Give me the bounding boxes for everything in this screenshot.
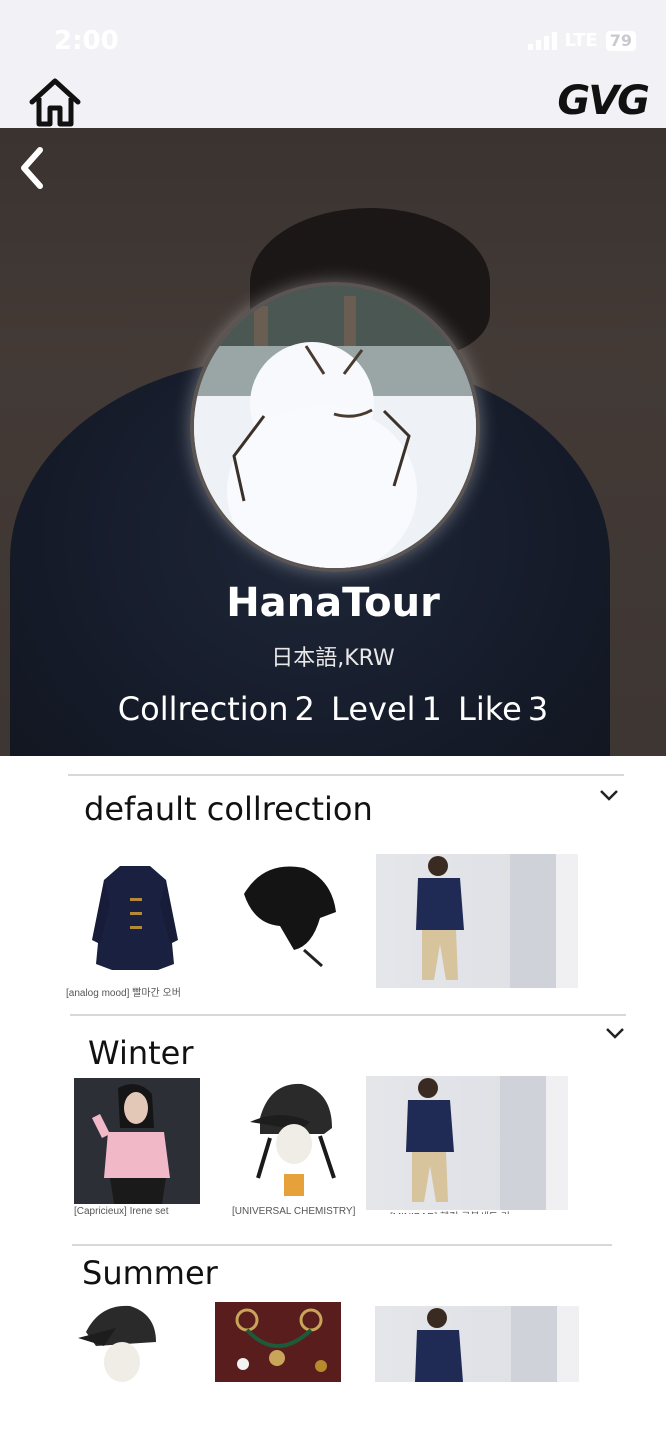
product-thumbnail[interactable] [215, 1302, 341, 1382]
profile-locale: 日本語,KRW [271, 646, 395, 671]
product-thumbnail[interactable] [224, 854, 344, 972]
product-thumbnail[interactable] [76, 1302, 160, 1382]
profile-stats: Collrection 2 Level 1 Like 3 [0, 690, 666, 728]
profile-hero: HanaTour 日本語,KRW Collrection 2 Level 1 Lik… [0, 128, 666, 756]
collection-section: default collrection [analog mood] 빨마간 오버 [0, 756, 666, 1016]
back-arrow-icon [21, 147, 43, 189]
collection-title[interactable]: Summer [82, 1254, 218, 1292]
brand-logo[interactable]: GVG [557, 78, 650, 124]
divider [68, 774, 624, 776]
divider [70, 1014, 626, 1016]
status-indicators: LTE 79 [527, 30, 636, 51]
collection-title[interactable]: Winter [88, 1034, 194, 1072]
product-caption: [Capricieux] Irene set [74, 1206, 169, 1217]
model-image [416, 854, 578, 988]
chevron-down-icon[interactable] [598, 788, 620, 802]
battery-icon: 79 [605, 30, 636, 51]
like-stat-label: Like [458, 690, 522, 728]
level-stat-value: 1 [421, 690, 442, 728]
product-caption: [MINIBAR] 헨링 공복세트 기 [390, 1208, 510, 1214]
product-caption: [UNIVERSAL CHEMISTRY] [232, 1206, 356, 1217]
collection-title[interactable]: default collrection [84, 790, 373, 828]
product-thumbnail[interactable] [366, 1076, 568, 1210]
hat-image [244, 866, 336, 968]
home-icon [29, 78, 81, 127]
product-thumbnail[interactable] [240, 1078, 340, 1202]
collection-stat-value: 2 [294, 690, 315, 728]
product-thumbnail[interactable] [375, 1306, 579, 1382]
network-label: LTE [564, 30, 598, 51]
chevron-down-icon[interactable] [604, 1026, 626, 1040]
home-button[interactable] [28, 76, 82, 130]
avatar[interactable] [190, 282, 480, 572]
mannequin-hat-image [250, 1083, 336, 1196]
product-thumbnail[interactable] [376, 854, 578, 988]
product-thumbnail[interactable] [74, 1078, 200, 1204]
portrait-image [74, 1078, 200, 1204]
profile-name: HanaTour [226, 580, 440, 626]
back-button[interactable] [16, 146, 50, 190]
status-time: 2:00 [54, 26, 119, 56]
collection-section: Summer [0, 1244, 666, 1384]
collection-section: Winter [Capricieux] Irene set [UNIVERSAL… [0, 1014, 666, 1246]
avatar-snowman-image [194, 286, 476, 568]
coat-image [92, 866, 178, 970]
product-caption: [analog mood] 빨마간 오버 [66, 988, 181, 999]
model-image [406, 1076, 568, 1210]
charm-image [215, 1302, 341, 1382]
product-thumbnail[interactable] [70, 854, 200, 984]
like-stat-value: 3 [527, 690, 549, 728]
signal-icon [527, 31, 557, 50]
collection-stat-label: Collrection [117, 690, 289, 728]
divider [72, 1244, 612, 1246]
app-header: GVG [0, 60, 666, 128]
level-stat-label: Level [331, 690, 416, 728]
model-image [415, 1306, 579, 1382]
mannequin-hat-image [78, 1305, 156, 1382]
